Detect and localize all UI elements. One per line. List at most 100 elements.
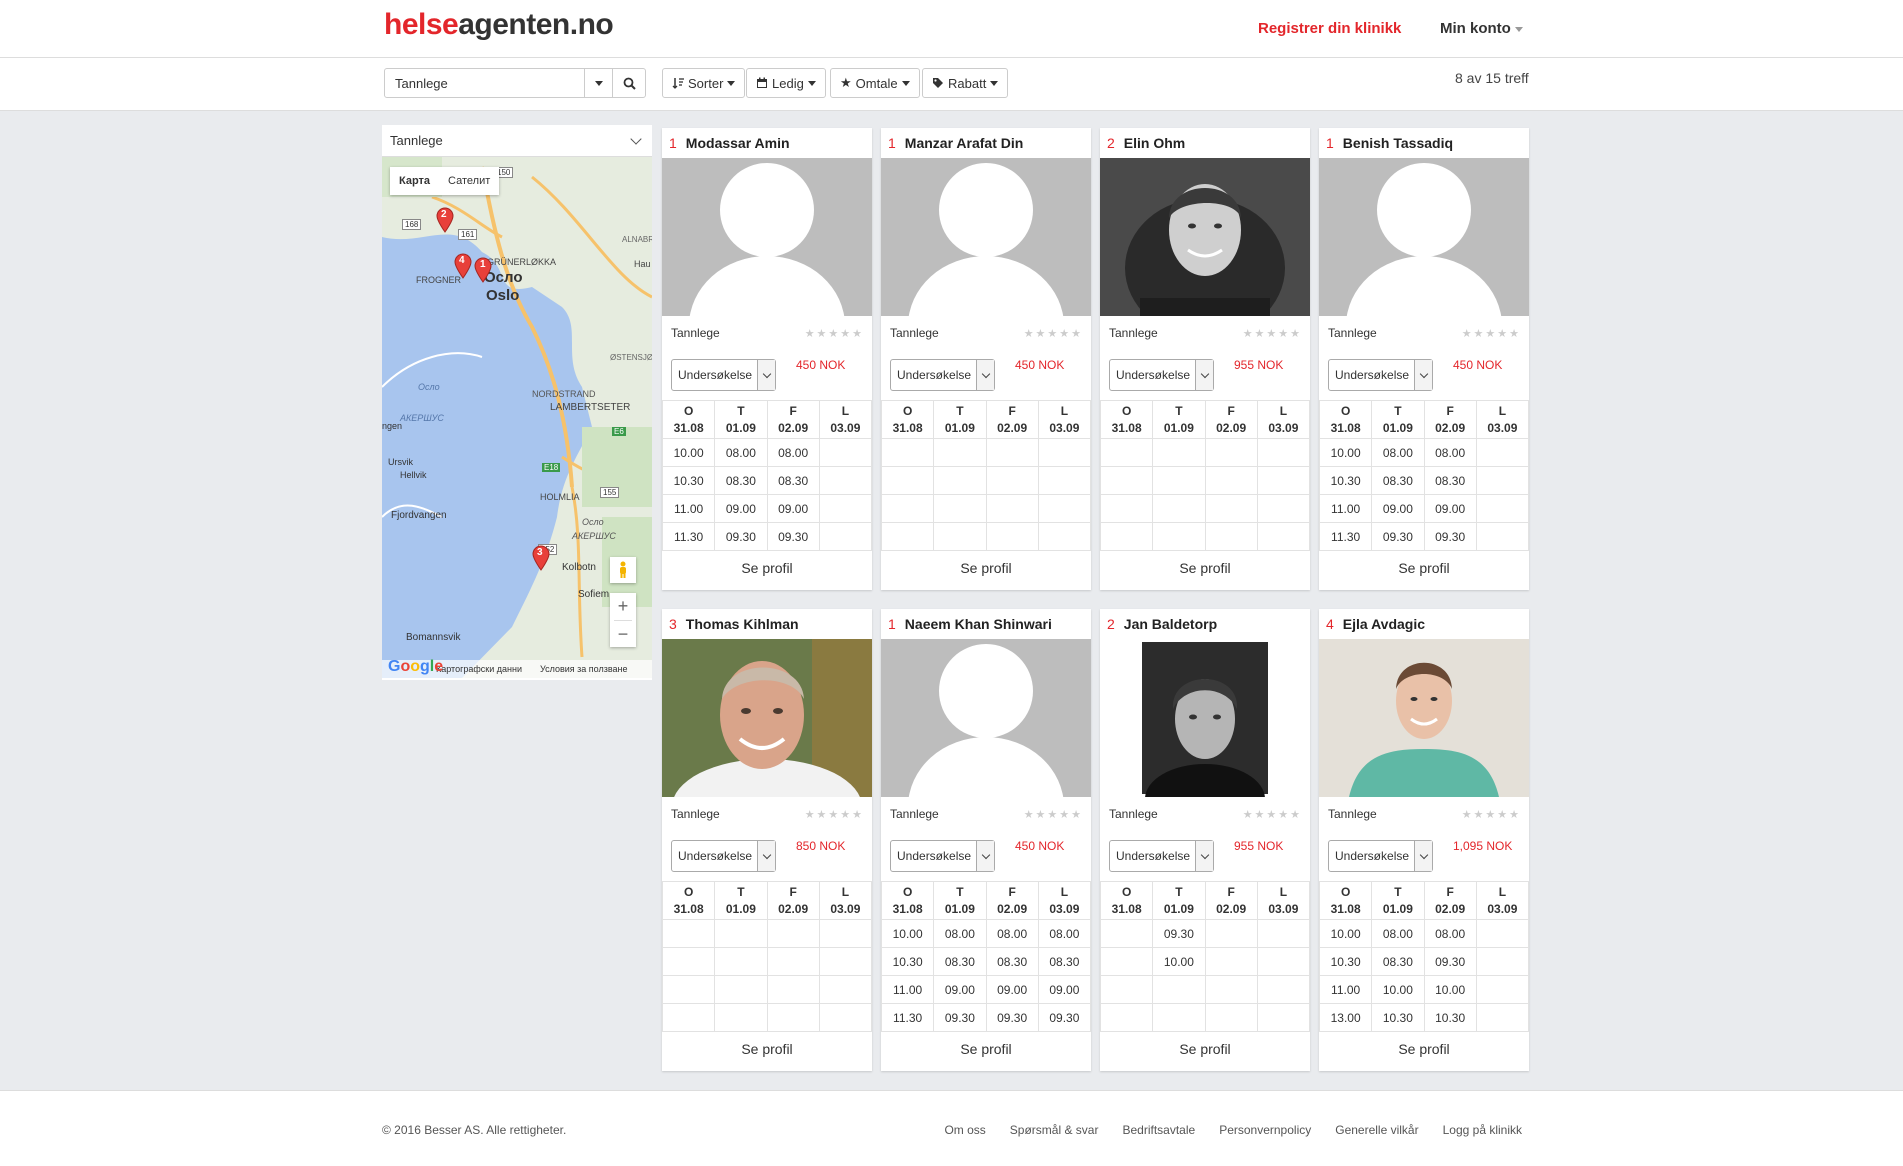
footer-link-clinic-login[interactable]: Logg på klinikk: [1443, 1123, 1522, 1137]
time-slot[interactable]: 08.00: [1423, 438, 1477, 467]
time-slot[interactable]: 10.30: [1318, 466, 1373, 495]
service-select[interactable]: Undersøkelse: [1109, 840, 1214, 872]
time-slot[interactable]: 08.30: [985, 947, 1039, 976]
search-input[interactable]: Tannlege: [385, 69, 585, 97]
provider-name-row[interactable]: 2 Elin Ohm: [1100, 128, 1310, 158]
time-slot[interactable]: 08.00: [1371, 919, 1425, 948]
provider-photo[interactable]: [1319, 639, 1529, 797]
service-select[interactable]: Undersøkelse: [890, 359, 995, 391]
see-profile-button[interactable]: Se profil: [881, 551, 1091, 585]
zoom-in-button[interactable]: +: [618, 593, 629, 620]
provider-photo[interactable]: [662, 158, 872, 316]
service-select[interactable]: Undersøkelse: [671, 840, 776, 872]
time-slot[interactable]: 08.00: [1371, 438, 1425, 467]
time-slot[interactable]: 10.00: [661, 438, 716, 467]
service-select[interactable]: Undersøkelse: [671, 359, 776, 391]
satellite-tab[interactable]: Сателит: [439, 167, 499, 195]
time-slot[interactable]: 11.00: [661, 494, 716, 523]
provider-name-row[interactable]: 1 Modassar Amin: [662, 128, 872, 158]
category-select[interactable]: Tannlege: [382, 125, 652, 157]
time-slot[interactable]: 09.00: [933, 975, 987, 1004]
time-slot[interactable]: 09.00: [1371, 494, 1425, 523]
provider-photo[interactable]: [881, 158, 1091, 316]
time-slot[interactable]: 13.00: [1318, 1003, 1373, 1032]
time-slot[interactable]: 09.00: [1423, 494, 1477, 523]
time-slot[interactable]: 10.30: [880, 947, 935, 976]
my-account-menu[interactable]: Min konto: [1440, 20, 1523, 37]
provider-photo[interactable]: [662, 639, 872, 797]
service-select[interactable]: Undersøkelse: [1109, 359, 1214, 391]
see-profile-button[interactable]: Se profil: [1100, 1032, 1310, 1066]
time-slot[interactable]: 08.00: [933, 919, 987, 948]
map-marker-1[interactable]: 1: [474, 257, 492, 286]
see-profile-button[interactable]: Se profil: [1319, 551, 1529, 585]
time-slot[interactable]: 08.00: [714, 438, 768, 467]
time-slot[interactable]: 11.30: [880, 1003, 935, 1032]
service-select[interactable]: Undersøkelse: [1328, 840, 1433, 872]
provider-photo[interactable]: [1319, 158, 1529, 316]
time-slot[interactable]: 10.30: [661, 466, 716, 495]
time-slot[interactable]: 08.00: [1037, 919, 1092, 948]
map-view[interactable]: FROGNER GRÜNERLØKKA Осло Oslo ALNABRU Ha…: [382, 157, 652, 678]
time-slot[interactable]: 11.00: [1318, 494, 1373, 523]
time-slot[interactable]: 09.30: [714, 522, 768, 551]
time-slot[interactable]: 10.30: [1371, 1003, 1425, 1032]
footer-link-terms[interactable]: Generelle vilkår: [1335, 1123, 1418, 1137]
time-slot[interactable]: 10.30: [1423, 1003, 1477, 1032]
time-slot[interactable]: 08.30: [766, 466, 820, 495]
time-slot[interactable]: 09.00: [985, 975, 1039, 1004]
street-view-button[interactable]: [610, 557, 636, 583]
register-clinic-link[interactable]: Registrer din klinikk: [1258, 20, 1401, 37]
availability-button[interactable]: Ledig: [746, 68, 826, 98]
provider-name-row[interactable]: 1 Benish Tassadiq: [1319, 128, 1529, 158]
footer-link-business[interactable]: Bedriftsavtale: [1122, 1123, 1195, 1137]
time-slot[interactable]: 08.00: [1423, 919, 1477, 948]
provider-name-row[interactable]: 3 Thomas Kihlman: [662, 609, 872, 639]
time-slot[interactable]: 10.00: [1318, 438, 1373, 467]
provider-name-row[interactable]: 4 Ejla Avdagic: [1319, 609, 1529, 639]
time-slot[interactable]: 09.30: [1152, 919, 1206, 948]
time-slot[interactable]: 09.30: [985, 1003, 1039, 1032]
time-slot[interactable]: 08.30: [1037, 947, 1092, 976]
zoom-out-button[interactable]: −: [614, 620, 632, 647]
service-select[interactable]: Undersøkelse: [1328, 359, 1433, 391]
time-slot[interactable]: 09.30: [1371, 522, 1425, 551]
time-slot[interactable]: 09.30: [766, 522, 820, 551]
time-slot[interactable]: 10.00: [1318, 919, 1373, 948]
time-slot[interactable]: 09.00: [1037, 975, 1092, 1004]
search-dropdown-button[interactable]: [585, 69, 613, 97]
map-marker-3[interactable]: 3: [532, 545, 550, 574]
site-logo[interactable]: helseagenten.no: [384, 8, 614, 42]
time-slot[interactable]: 08.30: [1371, 466, 1425, 495]
footer-link-privacy[interactable]: Personvernpolicy: [1219, 1123, 1311, 1137]
time-slot[interactable]: 08.30: [1423, 466, 1477, 495]
provider-photo[interactable]: [1100, 158, 1310, 316]
time-slot[interactable]: 08.30: [714, 466, 768, 495]
sort-button[interactable]: Sorter: [662, 68, 746, 98]
map-tab[interactable]: Карта: [390, 167, 439, 195]
time-slot[interactable]: 10.00: [1371, 975, 1425, 1004]
time-slot[interactable]: 08.00: [766, 438, 820, 467]
see-profile-button[interactable]: Se profil: [662, 551, 872, 585]
time-slot[interactable]: 09.30: [1423, 947, 1477, 976]
time-slot[interactable]: 09.30: [933, 1003, 987, 1032]
time-slot[interactable]: 09.00: [714, 494, 768, 523]
search-button[interactable]: [613, 69, 645, 97]
see-profile-button[interactable]: Se profil: [1319, 1032, 1529, 1066]
time-slot[interactable]: 10.00: [1152, 947, 1206, 976]
map-terms-link[interactable]: Условия за ползване: [540, 664, 628, 674]
provider-photo[interactable]: [1100, 639, 1310, 797]
footer-link-about[interactable]: Om oss: [944, 1123, 985, 1137]
service-select[interactable]: Undersøkelse: [890, 840, 995, 872]
time-slot[interactable]: 10.00: [1423, 975, 1477, 1004]
discount-button[interactable]: Rabatt: [922, 68, 1009, 98]
see-profile-button[interactable]: Se profil: [881, 1032, 1091, 1066]
provider-name-row[interactable]: 1 Naeem Khan Shinwari: [881, 609, 1091, 639]
time-slot[interactable]: 08.30: [1371, 947, 1425, 976]
provider-name-row[interactable]: 2 Jan Baldetorp: [1100, 609, 1310, 639]
provider-name-row[interactable]: 1 Manzar Arafat Din: [881, 128, 1091, 158]
time-slot[interactable]: 11.00: [1318, 975, 1373, 1004]
time-slot[interactable]: 09.30: [1037, 1003, 1092, 1032]
time-slot[interactable]: 11.30: [1318, 522, 1373, 551]
provider-photo[interactable]: [881, 639, 1091, 797]
